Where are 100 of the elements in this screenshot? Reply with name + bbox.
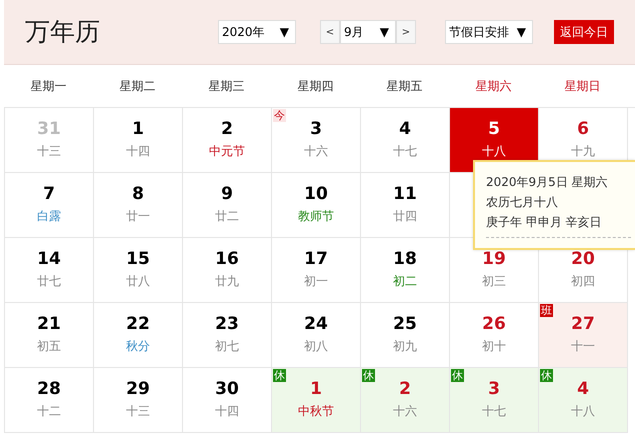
lunar-date: 初三	[482, 273, 506, 290]
lunar-date: 十三	[126, 403, 150, 420]
lunar-date: 初二	[393, 273, 417, 290]
day-cell[interactable]: 27 十一 班	[539, 303, 628, 368]
day-cell[interactable]: 9 廿二	[183, 173, 272, 238]
lunar-date: 十四	[215, 403, 239, 420]
rest-day-badge: 休	[362, 369, 375, 382]
day-cell[interactable]: 17 初一	[272, 238, 361, 303]
day-number: 7	[43, 183, 55, 205]
day-number: 16	[215, 248, 239, 270]
day-cell[interactable]: 29 十三	[94, 368, 183, 433]
day-number: 2	[221, 118, 233, 140]
day-number: 8	[132, 183, 144, 205]
day-cell[interactable]: 4 十八 休	[539, 368, 628, 433]
tooltip-line: 2020年9月5日 星期六	[486, 174, 609, 191]
weekday-header: 星期五	[386, 78, 424, 95]
lunar-date: 秋分	[126, 338, 150, 355]
day-cell[interactable]: 28 十二	[5, 368, 94, 433]
day-cell[interactable]: 7 白露	[5, 173, 94, 238]
day-cell[interactable]: 8 廿一	[94, 173, 183, 238]
lunar-date: 十七	[393, 143, 417, 160]
lunar-date: 初一	[304, 273, 328, 290]
day-cell[interactable]: 16 廿九	[183, 238, 272, 303]
day-number: 4	[577, 378, 589, 400]
day-cell[interactable]: 11 廿四	[361, 173, 450, 238]
day-cell[interactable]: 14 廿七	[5, 238, 94, 303]
rest-day-badge: 休	[451, 369, 464, 382]
lunar-date: 十八	[571, 403, 595, 420]
day-number: 11	[393, 183, 417, 205]
weekday-header: 星期一	[30, 78, 68, 95]
day-cell[interactable]: 23 初七	[183, 303, 272, 368]
day-number: 9	[221, 183, 233, 205]
day-number: 27	[571, 313, 595, 335]
day-number: 25	[393, 313, 417, 335]
day-cell[interactable]: 31 十三	[5, 108, 94, 173]
lunar-date: 十三	[37, 143, 61, 160]
day-number: 3	[310, 118, 322, 140]
lunar-date: 中秋节	[298, 403, 334, 420]
lunar-date: 十一	[571, 338, 595, 355]
day-cell[interactable]: 22 秋分	[94, 303, 183, 368]
day-number: 30	[215, 378, 239, 400]
previous-month-button[interactable]: <	[320, 20, 340, 44]
lunar-date: 十九	[571, 143, 595, 160]
day-number: 31	[37, 118, 61, 140]
day-number: 17	[304, 248, 328, 270]
day-number: 14	[37, 248, 61, 270]
day-cell[interactable]: 2 中元节	[183, 108, 272, 173]
lunar-date: 初五	[37, 338, 61, 355]
weekday-header: 星期四	[296, 78, 334, 95]
day-cell[interactable]: 15 廿八	[94, 238, 183, 303]
day-number: 4	[399, 118, 411, 140]
back-to-today-button[interactable]: 返回今日	[554, 20, 614, 44]
lunar-date: 初十	[482, 338, 506, 355]
day-number: 15	[126, 248, 150, 270]
day-cell[interactable]: 21 初五	[5, 303, 94, 368]
tooltip-line: 庚子年 甲申月 辛亥日	[486, 214, 603, 231]
lunar-date: 初七	[215, 338, 239, 355]
day-cell[interactable]: 1 中秋节 休	[272, 368, 361, 433]
lunar-date: 廿一	[126, 208, 150, 225]
weekday-header: 星期日	[564, 78, 602, 95]
lunar-date: 中元节	[209, 143, 245, 160]
day-number: 23	[215, 313, 239, 335]
lunar-date: 十四	[126, 143, 150, 160]
holiday-select[interactable]: 节假日安排 ▼	[445, 20, 533, 44]
day-number: 22	[126, 313, 150, 335]
day-number: 28	[37, 378, 61, 400]
day-cell[interactable]: 1 十四	[94, 108, 183, 173]
lunar-date: 十六	[393, 403, 417, 420]
day-cell[interactable]: 2 十六 休	[361, 368, 450, 433]
day-cell[interactable]: 3 十七 休	[450, 368, 539, 433]
day-number: 26	[482, 313, 506, 335]
day-number: 24	[304, 313, 328, 335]
day-cell[interactable]: 10 教师节	[272, 173, 361, 238]
day-number: 2	[399, 378, 411, 400]
lunar-date: 十六	[304, 143, 328, 160]
weekday-header: 星期三	[208, 78, 246, 95]
page-title: 万年历	[25, 16, 100, 48]
lunar-date: 十八	[482, 143, 506, 160]
lunar-date: 初八	[304, 338, 328, 355]
tooltip-line: 农历七月十八	[486, 194, 559, 211]
day-number: 5	[488, 118, 500, 140]
day-number: 18	[393, 248, 417, 270]
weekday-header: 星期六	[474, 78, 512, 95]
lunar-date: 白露	[37, 208, 61, 225]
month-select[interactable]: 9月 ▼	[340, 20, 396, 44]
lunar-date: 廿九	[215, 273, 239, 290]
day-cell[interactable]: 18 初二	[361, 238, 450, 303]
lunar-date: 十七	[482, 403, 506, 420]
day-cell[interactable]: 3 十六 今	[272, 108, 361, 173]
next-month-button[interactable]: >	[396, 20, 416, 44]
lunar-date: 廿二	[215, 208, 239, 225]
day-number: 20	[571, 248, 595, 270]
day-number: 3	[488, 378, 500, 400]
day-number: 6	[577, 118, 589, 140]
year-select[interactable]: 2020年 ▼	[218, 20, 296, 44]
lunar-date: 初四	[571, 273, 595, 290]
rest-day-badge: 休	[540, 369, 553, 382]
lunar-date: 廿四	[393, 208, 417, 225]
rest-day-badge: 休	[273, 369, 286, 382]
day-number: 1	[310, 378, 322, 400]
